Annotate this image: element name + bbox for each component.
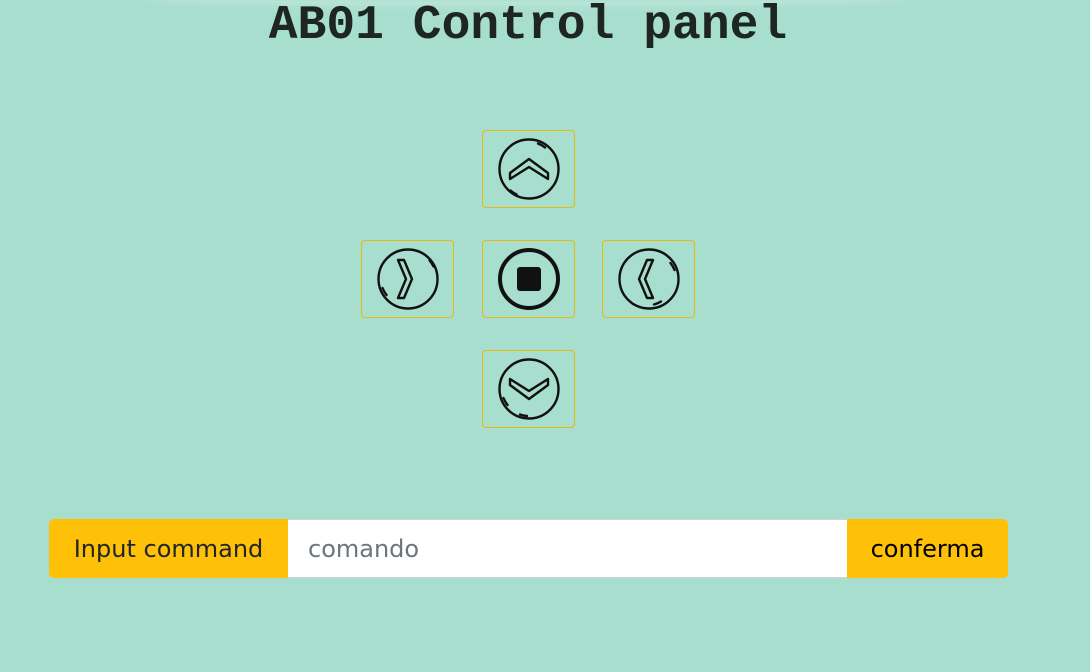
stop-circle-icon xyxy=(497,247,561,311)
page-title: AB01 Control panel xyxy=(268,0,788,53)
chevron-up-circle-icon xyxy=(497,137,561,201)
command-input-group: Input command conferma xyxy=(49,519,1008,578)
move-left-button[interactable] xyxy=(361,240,454,318)
command-input[interactable] xyxy=(288,519,847,578)
stop-button[interactable] xyxy=(482,240,575,318)
move-up-button[interactable] xyxy=(482,130,575,208)
move-down-button[interactable] xyxy=(482,350,575,428)
move-right-button[interactable] xyxy=(602,240,695,318)
confirm-button[interactable]: conferma xyxy=(847,519,1008,578)
chevron-down-circle-icon xyxy=(497,357,561,421)
command-label: Input command xyxy=(49,519,288,578)
chevron-left-circle-icon xyxy=(376,247,440,311)
chevron-right-circle-icon xyxy=(617,247,681,311)
